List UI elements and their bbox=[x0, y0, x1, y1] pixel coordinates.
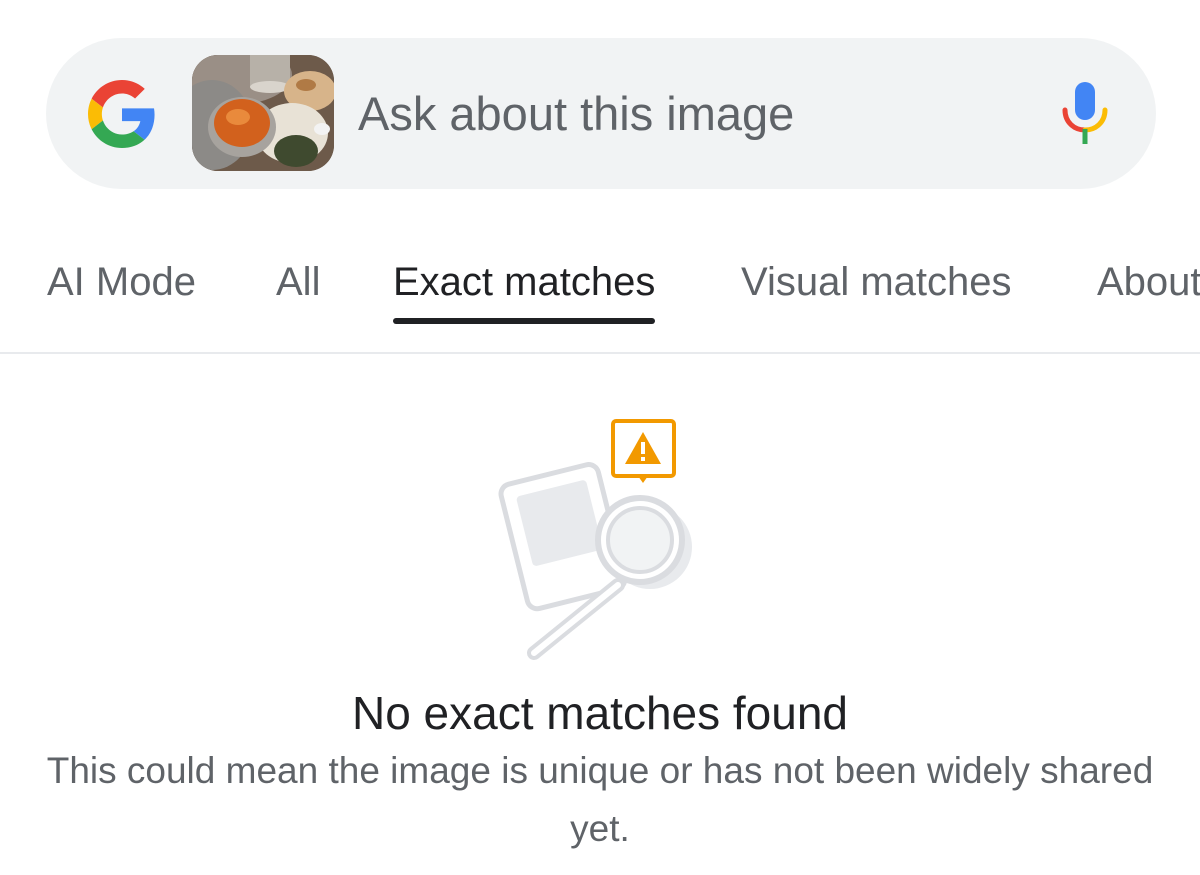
empty-state-title: No exact matches found bbox=[351, 687, 849, 739]
tab-all[interactable]: All bbox=[276, 252, 320, 324]
tab-ai-mode[interactable]: AI Mode bbox=[47, 252, 196, 324]
google-g-icon bbox=[88, 80, 155, 148]
query-image-thumbnail[interactable] bbox=[192, 55, 334, 171]
tab-exact-matches[interactable]: Exact matches bbox=[393, 252, 656, 324]
tabs-divider bbox=[0, 352, 1200, 354]
tab-exact-matches-label: Exact matches bbox=[393, 260, 656, 304]
empty-state-description: This could mean the image is unique or h… bbox=[46, 750, 1154, 849]
food-thali-image bbox=[192, 55, 334, 171]
active-tab-indicator bbox=[393, 318, 656, 324]
search-input[interactable]: Ask about this image bbox=[358, 84, 794, 144]
tab-visual-matches[interactable]: Visual matches bbox=[741, 252, 1012, 324]
result-tabs: AI Mode All Exact matches Visual matches… bbox=[0, 252, 1200, 352]
microphone-icon[interactable] bbox=[1060, 82, 1110, 146]
tab-about[interactable]: About bbox=[1097, 252, 1200, 324]
image-magnifier-warning-icon bbox=[498, 419, 692, 660]
